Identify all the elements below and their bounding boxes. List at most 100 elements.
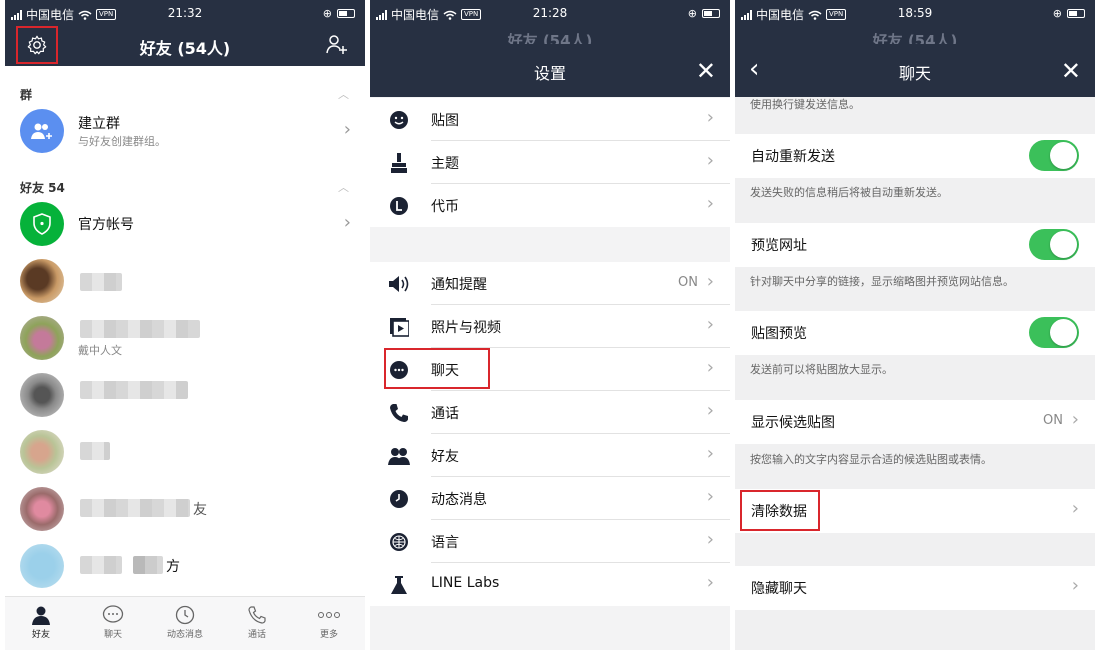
friend-row[interactable]: [5, 424, 365, 480]
suggest-stickers-desc: 按您输入的文字内容显示合适的候选贴图或表情。: [750, 453, 992, 466]
globe-icon: [388, 531, 410, 553]
page-title: 聊天: [898, 64, 931, 83]
chevron-right-icon: ›: [343, 119, 351, 140]
settings-item-smiley[interactable]: 贴图 ›: [370, 98, 730, 141]
create-group-row[interactable]: 建立群 与好友创建群组。 ›: [5, 103, 365, 159]
group-section-title: 群: [20, 88, 33, 102]
settings-item-label: 语言: [431, 535, 459, 551]
coin-icon: [388, 195, 410, 217]
blurred-name: [80, 442, 110, 460]
settings-item-label: 通话: [431, 406, 459, 422]
highlight-chat-box: [384, 348, 490, 389]
settings-item-brush[interactable]: 主题 ›: [370, 141, 730, 184]
collapse-groups-icon[interactable]: ︿: [338, 86, 349, 102]
settings-item-label: 好友: [431, 449, 459, 465]
background-title: 好友 (54人): [507, 32, 593, 44]
settings-item-friends[interactable]: 好友 ›: [370, 434, 730, 477]
suggest-stickers-label: 显示候选贴图: [751, 415, 835, 431]
settings-item-coin[interactable]: 代币 ›: [370, 184, 730, 227]
tab-chats[interactable]: 聊天: [77, 603, 149, 640]
settings-item-globe[interactable]: 语言 ›: [370, 520, 730, 563]
chevron-right-icon: ›: [706, 443, 714, 464]
auto-resend-desc: 发送失败的信息稍后将被自动重新发送。: [750, 186, 948, 199]
settings-item-speaker[interactable]: 通知提醒 ON ›: [370, 262, 730, 305]
status-time: 21:32: [167, 6, 203, 20]
chevron-right-icon: ›: [706, 529, 714, 550]
chevron-right-icon: ›: [706, 193, 714, 214]
battery-icon: [702, 9, 720, 18]
sticker-preview-toggle[interactable]: [1029, 317, 1079, 348]
avatar: [20, 259, 64, 303]
official-account-row[interactable]: 官方帐号 ›: [5, 196, 365, 252]
chat-bubble-icon: [102, 605, 124, 623]
page-title: 设置: [533, 64, 566, 83]
settings-screen: 中国电信 VPN 21:28 ⊕ 好友 (54人) 设置 ✕ 贴图 › 主题 › 代币 ›…: [370, 0, 730, 650]
friends-screen: 中国电信 VPN 21:32 ⊕ 好友 (54人) 群 ︿ 建立群 与好友创建群…: [5, 0, 365, 650]
chevron-right-icon: ›: [706, 486, 714, 507]
sticker-preview-label: 贴图预览: [751, 326, 807, 342]
friend-row[interactable]: 友: [5, 481, 365, 537]
background-header: 好友 (54人): [735, 26, 1095, 44]
settings-item-video[interactable]: 照片与视频 ›: [370, 305, 730, 348]
close-button[interactable]: ✕: [1061, 57, 1081, 85]
tab-friends[interactable]: 好友: [5, 603, 77, 640]
friend-row[interactable]: 戴中人文: [5, 310, 365, 366]
tab-label: 更多: [319, 630, 338, 640]
url-preview-toggle[interactable]: [1029, 229, 1079, 260]
tab-label: 聊天: [103, 630, 122, 640]
brush-icon: [388, 152, 410, 174]
tab-label: 动态消息: [166, 630, 203, 640]
url-preview-row: 预览网址: [735, 223, 1095, 267]
status-time: 21:28: [532, 6, 568, 20]
video-icon: [388, 316, 410, 338]
settings-item-value: ON: [678, 275, 698, 290]
chevron-right-icon: ›: [706, 357, 714, 378]
friend-row[interactable]: [5, 367, 365, 423]
friend-row[interactable]: [5, 253, 365, 309]
chevron-right-icon: ›: [706, 400, 714, 421]
settings-item-flask[interactable]: LINE Labs ›: [370, 563, 730, 606]
chevron-right-icon: ›: [1071, 409, 1079, 430]
orientation-lock-icon: ⊕: [322, 7, 332, 20]
friend-status: 戴中人文: [78, 344, 122, 357]
tab-timeline[interactable]: 动态消息: [149, 603, 221, 640]
chevron-right-icon: ›: [706, 572, 714, 593]
enter-key-desc: 使用换行键发送信息。: [750, 98, 860, 111]
auto-resend-label: 自动重新发送: [751, 149, 835, 165]
blurred-name: [133, 556, 163, 574]
blurred-name: [80, 320, 200, 338]
sticker-preview-row: 贴图预览: [735, 311, 1095, 355]
hidden-chats-row[interactable]: 隐藏聊天 ›: [735, 566, 1095, 610]
close-button[interactable]: ✕: [696, 57, 716, 85]
settings-item-label: 照片与视频: [431, 320, 501, 336]
friend-row[interactable]: 方: [5, 538, 365, 594]
tab-more[interactable]: 更多: [293, 603, 365, 640]
phone-icon: [248, 606, 266, 624]
settings-item-label: 贴图: [431, 113, 459, 129]
create-group-sub: 与好友创建群组。: [78, 135, 166, 148]
clock-icon: [388, 488, 410, 510]
chevron-right-icon: ›: [343, 212, 351, 233]
add-friend-button[interactable]: [325, 32, 349, 60]
friends-icon: [388, 445, 410, 467]
status-time: 18:59: [897, 6, 933, 20]
settings-item-phone[interactable]: 通话 ›: [370, 391, 730, 434]
settings-item-clock[interactable]: 动态消息 ›: [370, 477, 730, 520]
settings-item-label: 代币: [431, 199, 459, 215]
friends-section-title: 好友 54: [20, 181, 65, 195]
group-add-icon: [20, 109, 64, 153]
url-preview-desc: 针对聊天中分享的链接，显示缩略图并预览网站信息。: [750, 275, 1014, 288]
collapse-friends-icon[interactable]: ︿: [338, 179, 349, 195]
battery-icon: [1067, 9, 1085, 18]
chat-settings-screen: 中国电信 VPN 18:59 ⊕ 好友 (54人) ‹ 聊天 ✕ 使用换行键发送…: [735, 0, 1095, 650]
url-preview-label: 预览网址: [751, 238, 807, 254]
avatar: [20, 544, 64, 588]
suggest-stickers-row[interactable]: 显示候选贴图 ON ›: [735, 400, 1095, 444]
status-bar: 中国电信 VPN 21:32 ⊕: [5, 0, 365, 26]
orientation-lock-icon: ⊕: [1052, 7, 1062, 20]
auto-resend-toggle[interactable]: [1029, 140, 1079, 171]
tab-calls[interactable]: 通话: [221, 603, 293, 640]
status-bar: 中国电信 VPN 21:28 ⊕: [370, 0, 730, 26]
settings-header: 设置 ✕: [370, 44, 730, 97]
shield-icon: [20, 202, 64, 246]
